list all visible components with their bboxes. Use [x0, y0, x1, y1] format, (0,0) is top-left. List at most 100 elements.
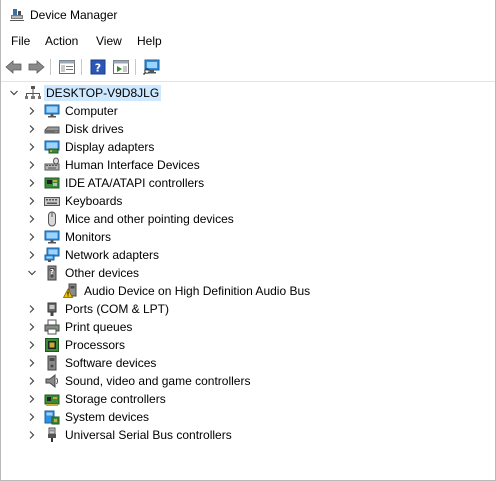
tree-category-label: IDE ATA/ATAPI controllers — [65, 176, 205, 190]
tree-category-label: Universal Serial Bus controllers — [65, 428, 232, 442]
tree-category-print-queues[interactable]: Print queues — [1, 318, 481, 336]
other-devices-icon: ? — [44, 265, 60, 281]
tree-category-usb-controllers[interactable]: Universal Serial Bus controllers — [1, 426, 481, 444]
expand-chevron-icon[interactable] — [27, 106, 37, 116]
expand-chevron-icon[interactable] — [27, 250, 37, 260]
expand-chevron-icon[interactable] — [27, 430, 37, 440]
toolbar-separator — [135, 59, 136, 75]
tree-category-label: Processors — [65, 338, 126, 352]
tree-category-label: Print queues — [65, 320, 133, 334]
network-adapter-icon — [44, 247, 60, 263]
tree-category-ports[interactable]: Ports (COM & LPT) — [1, 300, 481, 318]
driver-update-icon[interactable] — [110, 56, 132, 78]
tree-category-label: Computer — [65, 104, 118, 118]
expand-chevron-icon[interactable] — [27, 412, 37, 422]
usb-icon — [44, 427, 60, 443]
menu-file[interactable]: File — [11, 34, 30, 48]
tree-category-label: System devices — [65, 410, 150, 424]
tree-category-sound-video-game[interactable]: Sound, video and game controllers — [1, 372, 481, 390]
back-icon[interactable] — [3, 56, 25, 78]
system-devices-icon — [44, 409, 60, 425]
tree-category-label: Mice and other pointing devices — [65, 212, 234, 226]
tree-category-label: Display adapters — [65, 140, 155, 154]
tree-category-disk-drives[interactable]: Disk drives — [1, 120, 481, 138]
expand-chevron-icon[interactable] — [27, 214, 37, 224]
tree-category-label: Network adapters — [65, 248, 160, 262]
tree-category-hid[interactable]: Human Interface Devices — [1, 156, 481, 174]
tree-category-label: Sound, video and game controllers — [65, 374, 251, 388]
keyboard-icon — [44, 193, 60, 209]
window-title: Device Manager — [30, 8, 118, 22]
svg-text:?: ? — [95, 62, 101, 75]
warning-device-icon — [63, 283, 79, 299]
tree-category-storage-controllers[interactable]: Storage controllers — [1, 390, 481, 408]
device-tree: DESKTOP-V9D8JLG Computer Disk drives Dis… — [1, 82, 495, 480]
expand-chevron-icon[interactable] — [27, 358, 37, 368]
tree-category-keyboards[interactable]: Keyboards — [1, 192, 481, 210]
disk-drive-icon — [44, 121, 60, 137]
title-bar: Device Manager — [1, 0, 495, 31]
monitor-icon — [44, 229, 60, 245]
tree-root-node[interactable]: DESKTOP-V9D8JLG — [1, 84, 481, 102]
tree-category-computer[interactable]: Computer — [1, 102, 481, 120]
collapse-chevron-icon[interactable] — [9, 88, 19, 98]
menu-view[interactable]: View — [96, 34, 122, 48]
tree-category-label: Software devices — [65, 356, 157, 370]
tree-category-label: Ports (COM & LPT) — [65, 302, 170, 316]
tree-category-ide-controllers[interactable]: IDE ATA/ATAPI controllers — [1, 174, 481, 192]
tree-category-other-devices[interactable]: ? Other devices — [1, 264, 481, 282]
collapse-chevron-icon[interactable] — [27, 268, 37, 278]
svg-text:?: ? — [50, 268, 54, 276]
monitor-icon — [44, 103, 60, 119]
computer-network-icon — [25, 85, 41, 101]
mouse-icon — [44, 211, 60, 227]
toolbar: ? — [1, 53, 495, 82]
expand-chevron-icon[interactable] — [27, 322, 37, 332]
expand-chevron-icon[interactable] — [27, 394, 37, 404]
speaker-icon — [44, 373, 60, 389]
expand-chevron-icon[interactable] — [27, 142, 37, 152]
port-icon — [44, 301, 60, 317]
tree-category-network-adapters[interactable]: Network adapters — [1, 246, 481, 264]
processor-icon — [44, 337, 60, 353]
forward-icon[interactable] — [25, 56, 47, 78]
hid-icon — [44, 157, 60, 173]
tree-category-display-adapters[interactable]: Display adapters — [1, 138, 481, 156]
expand-chevron-icon[interactable] — [27, 178, 37, 188]
menu-action[interactable]: Action — [45, 34, 78, 48]
expand-chevron-icon[interactable] — [27, 232, 37, 242]
expand-chevron-icon[interactable] — [27, 160, 37, 170]
tree-category-label: Monitors — [65, 230, 112, 244]
tree-device-label: Audio Device on High Definition Audio Bu… — [84, 284, 311, 298]
tree-category-monitors[interactable]: Monitors — [1, 228, 481, 246]
device-manager-icon — [9, 7, 25, 23]
tree-root-label: DESKTOP-V9D8JLG — [44, 85, 162, 101]
help-icon[interactable]: ? — [87, 56, 109, 78]
tree-category-label: Keyboards — [65, 194, 123, 208]
tree-category-label: Disk drives — [65, 122, 124, 136]
tree-category-label: Human Interface Devices — [65, 158, 200, 172]
expand-chevron-icon[interactable] — [27, 304, 37, 314]
tree-category-label: Other devices — [65, 266, 140, 280]
scan-hardware-icon[interactable] — [141, 56, 163, 78]
expand-chevron-icon[interactable] — [27, 340, 37, 350]
ide-controller-icon — [44, 175, 60, 191]
toolbar-separator — [81, 59, 82, 75]
expand-chevron-icon[interactable] — [27, 124, 37, 134]
storage-controller-icon — [44, 391, 60, 407]
tree-device-audio[interactable]: Audio Device on High Definition Audio Bu… — [1, 282, 481, 300]
tree-category-mice[interactable]: Mice and other pointing devices — [1, 210, 481, 228]
tree-category-system-devices[interactable]: System devices — [1, 408, 481, 426]
menu-help[interactable]: Help — [137, 34, 162, 48]
device-manager-window: Device Manager File Action View Help ? D… — [0, 0, 496, 481]
tree-category-processors[interactable]: Processors — [1, 336, 481, 354]
expand-chevron-icon[interactable] — [27, 196, 37, 206]
menu-bar: File Action View Help — [1, 31, 495, 51]
tree-category-label: Storage controllers — [65, 392, 166, 406]
toolbar-separator — [50, 59, 51, 75]
expand-chevron-icon[interactable] — [27, 376, 37, 386]
software-device-icon — [44, 355, 60, 371]
tree-category-software-devices[interactable]: Software devices — [1, 354, 481, 372]
printer-icon — [44, 319, 60, 335]
properties-icon[interactable] — [56, 56, 78, 78]
